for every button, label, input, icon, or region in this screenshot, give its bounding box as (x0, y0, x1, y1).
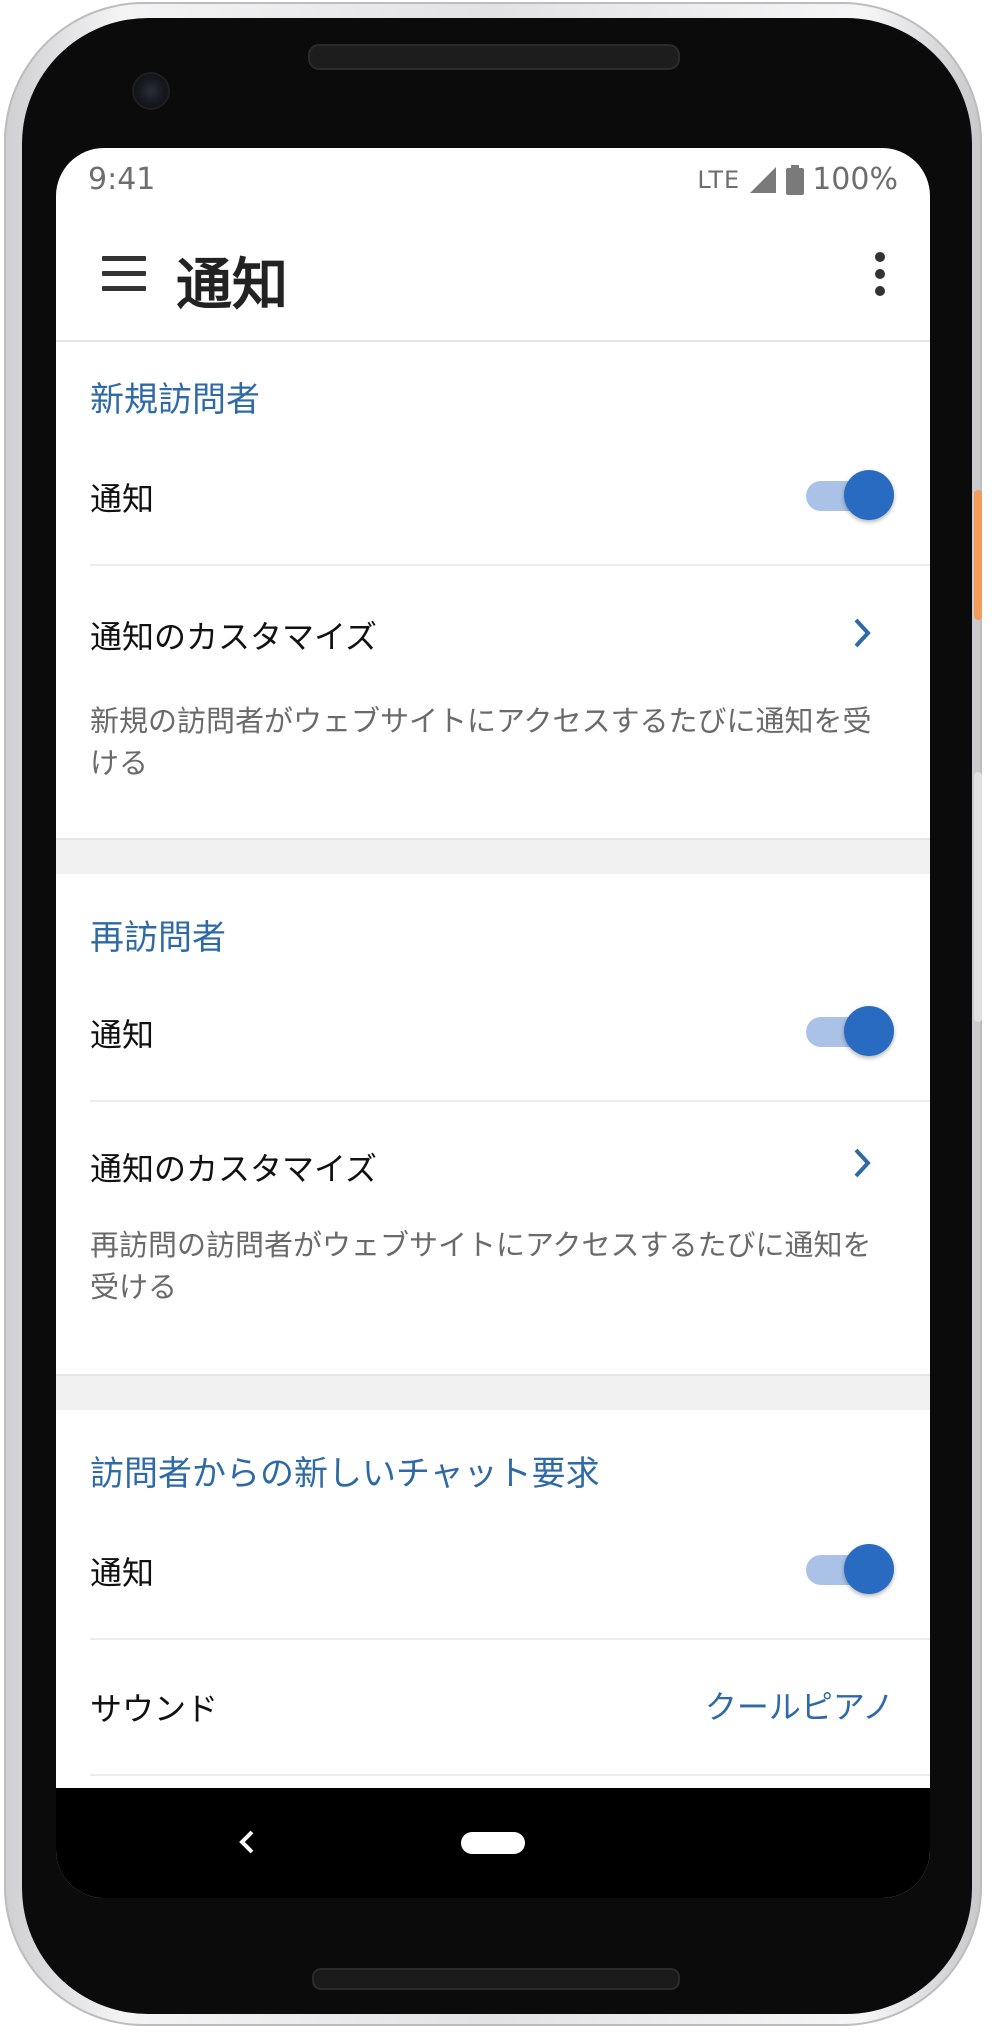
sound-label: サウンド (90, 1690, 219, 1728)
section-chat-requests: 訪問者からの新しいチャット要求 通知 サウンド クールピアノ (56, 1410, 930, 1790)
section-title: 再訪問者 (90, 918, 226, 958)
status-bar: 9:41 LTE 100% (56, 148, 930, 212)
section-description: 再訪問の訪問者がウェブサイトにアクセスするたびに通知を受ける (90, 1228, 872, 1304)
back-icon[interactable] (236, 1826, 258, 1858)
notify-toggle[interactable] (806, 468, 894, 522)
top-speaker (308, 44, 680, 70)
section-title: 訪問者からの新しいチャット要求 (90, 1454, 600, 1494)
chevron-right-icon[interactable] (850, 1146, 874, 1180)
section-returning-visitors: 再訪問者 通知 通知のカスタマイズ 再訪問の訪問者がウェブサイトにアクセスするた… (56, 874, 930, 1376)
customize-notifications-link[interactable]: 通知のカスタマイズ (90, 1144, 377, 1190)
notify-label: 通知 (90, 1554, 155, 1592)
toggle-thumb (844, 1006, 894, 1056)
more-vert-icon[interactable] (872, 250, 888, 298)
notify-label: 通知 (90, 480, 155, 518)
battery-level: 100% (812, 162, 898, 197)
bottom-speaker (312, 1968, 680, 1990)
notify-label: 通知 (90, 1016, 155, 1054)
notify-toggle[interactable] (806, 1542, 894, 1596)
toggle-thumb (844, 470, 894, 520)
front-camera (132, 72, 170, 110)
divider (90, 564, 930, 566)
status-time: 9:41 (88, 162, 156, 197)
customize-notifications-link[interactable]: 通知のカスタマイズ (90, 612, 377, 658)
sound-selector[interactable]: クールピアノ (705, 1682, 894, 1728)
battery-icon (786, 164, 805, 195)
divider (90, 1774, 930, 1776)
network-type: LTE (697, 165, 741, 194)
toggle-thumb (844, 1544, 894, 1594)
system-nav-bar (56, 1788, 930, 1898)
chevron-right-icon[interactable] (850, 616, 874, 650)
power-button (974, 490, 982, 620)
hamburger-menu-icon[interactable] (100, 250, 148, 298)
section-new-visitors: 新規訪問者 通知 通知のカスタマイズ 新規の訪問者がウェブサイトにアクセスするた… (56, 342, 930, 838)
section-description: 新規の訪問者がウェブサイトにアクセスするたびに通知を受ける (90, 704, 872, 780)
settings-list: 新規訪問者 通知 通知のカスタマイズ 新規の訪問者がウェブサイトにアクセスするた… (56, 342, 930, 1790)
home-pill-icon[interactable] (461, 1832, 525, 1854)
section-title: 新規訪問者 (90, 380, 260, 420)
divider (90, 1100, 930, 1102)
divider (90, 1638, 930, 1640)
status-indicators: LTE 100% (697, 162, 898, 197)
section-gap (56, 1374, 930, 1410)
screen: 9:41 LTE 100% 通知 新規訪問者 通知 通知のカスタマイズ 新規の訪… (56, 148, 930, 1898)
signal-icon (750, 166, 777, 193)
notify-toggle[interactable] (806, 1004, 894, 1058)
app-bar: 通知 (56, 212, 930, 342)
page-title: 通知 (176, 253, 288, 318)
volume-button (974, 772, 982, 1022)
section-gap (56, 838, 930, 874)
